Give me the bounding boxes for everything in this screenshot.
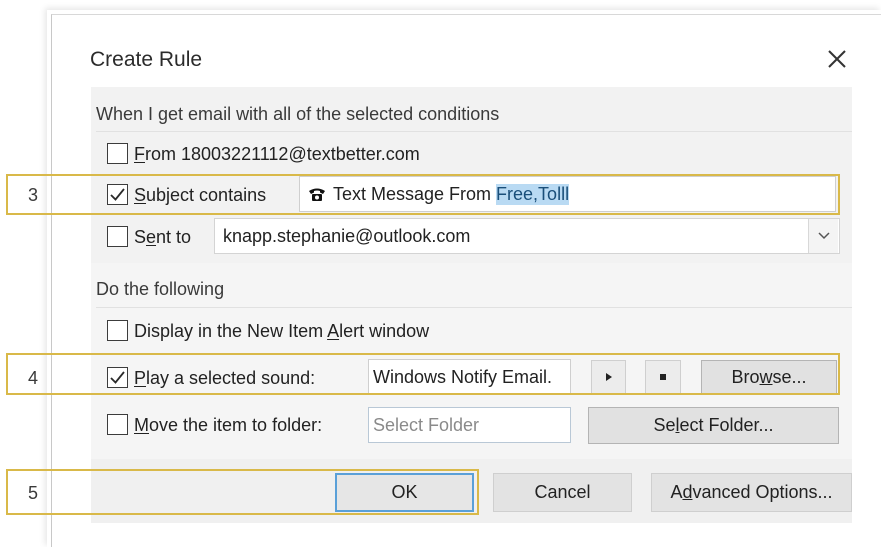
cancel-button[interactable]: Cancel — [493, 473, 632, 512]
sent-to-checkbox[interactable] — [107, 226, 128, 247]
sent-to-combobox[interactable]: knapp.stephanie@outlook.com — [214, 218, 840, 254]
conditions-divider — [96, 131, 852, 132]
display-alert-label-accel: A — [327, 321, 340, 341]
move-folder-label-text: ove the item to folder: — [149, 415, 323, 435]
from-label-text: rom 18003221112@textbetter.com — [145, 144, 420, 164]
callout-5-box — [6, 469, 479, 515]
actions-divider — [96, 307, 852, 308]
from-label: From 18003221112@textbetter.com — [134, 144, 420, 165]
select-folder-label-pre: Se — [653, 415, 676, 435]
sent-to-label-pre: S — [134, 227, 147, 247]
chevron-down-icon — [817, 232, 830, 240]
close-icon[interactable] — [824, 46, 850, 72]
sent-to-dropdown-button[interactable] — [808, 219, 838, 253]
from-label-accel: F — [134, 144, 145, 164]
from-checkbox[interactable] — [107, 143, 128, 164]
move-folder-label-accel: M — [134, 415, 149, 435]
select-folder-button[interactable]: Se l ect Folder... — [588, 407, 839, 444]
display-alert-label-pre: Display in the New Item — [134, 321, 328, 341]
dialog-title: Create Rule — [90, 48, 203, 71]
callout-4-number: 4 — [28, 368, 39, 388]
sent-to-label-accel: e — [146, 227, 157, 247]
sent-to-value: knapp.stephanie@outlook.com — [223, 225, 471, 246]
display-alert-label: Display in the New Item Alert window — [134, 321, 429, 342]
sent-to-label-text: nt to — [156, 227, 192, 247]
callout-3-number: 3 — [28, 185, 39, 205]
advanced-label-text: vanced Options... — [692, 482, 833, 502]
conditions-heading: When I get email with all of the selecte… — [96, 104, 500, 124]
sent-to-label: Sent to — [134, 227, 191, 248]
folder-input[interactable]: Select Folder — [368, 407, 571, 443]
display-alert-label-text: lert window — [339, 321, 430, 341]
callout-3-box — [6, 174, 840, 215]
folder-input-placeholder: Select Folder — [373, 414, 480, 435]
display-alert-checkbox[interactable] — [107, 320, 128, 341]
callout-4-box — [6, 353, 840, 395]
actions-heading: Do the following — [96, 279, 225, 299]
move-folder-checkbox[interactable] — [107, 414, 128, 435]
select-folder-label-text: ect Folder... — [679, 415, 774, 435]
callout-5-number: 5 — [28, 483, 39, 503]
advanced-options-button[interactable]: Ad vanced Options... — [651, 473, 852, 512]
advanced-label-pre: A — [670, 482, 683, 502]
move-folder-label: Move the item to folder: — [134, 415, 322, 436]
advanced-label-accel: d — [682, 482, 693, 502]
